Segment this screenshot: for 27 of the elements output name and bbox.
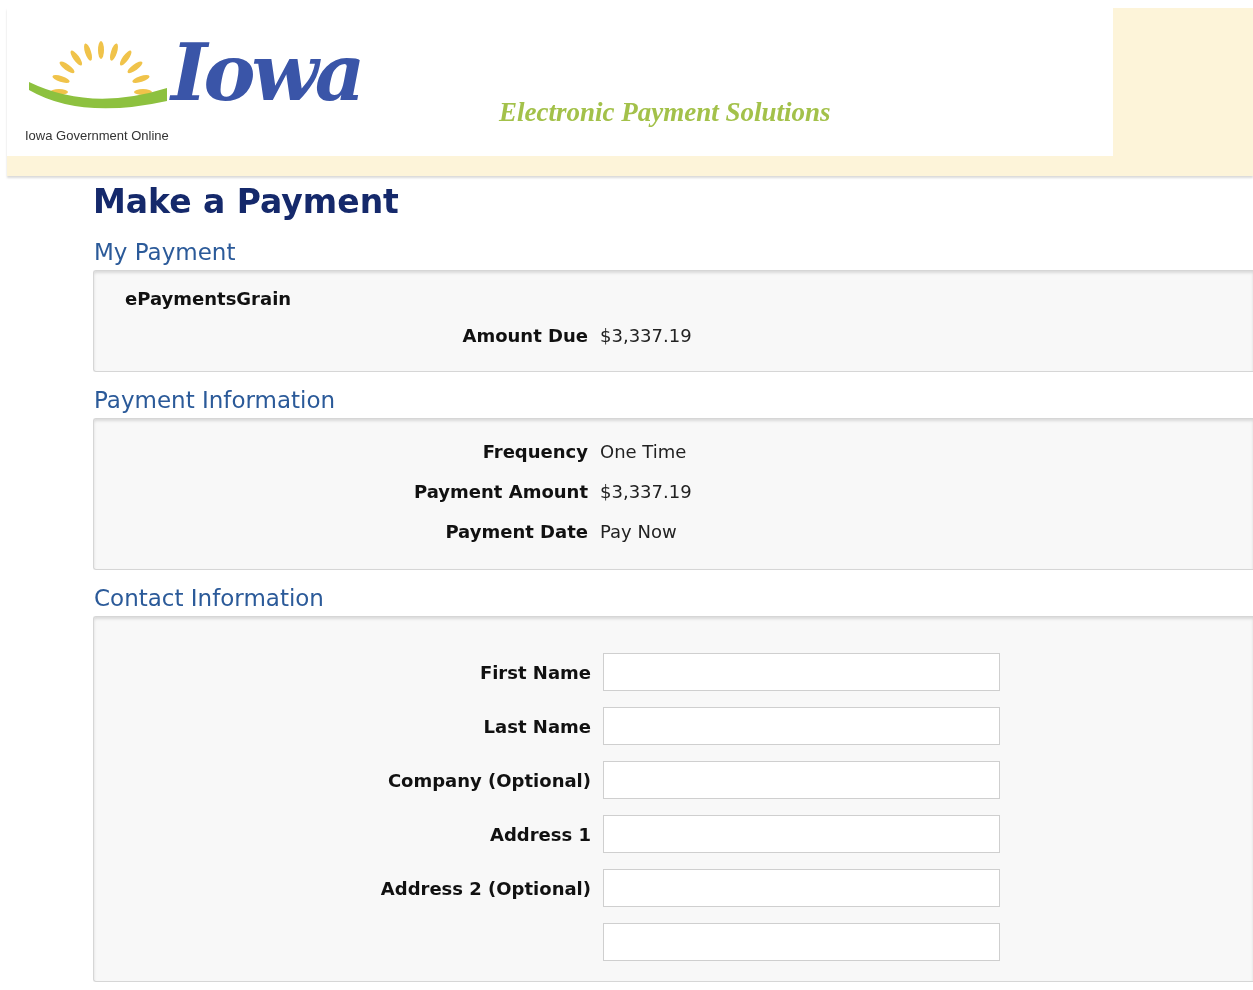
input-field[interactable] xyxy=(603,653,1000,691)
field-label: First Name xyxy=(479,660,591,685)
item-name: ePaymentsGrain xyxy=(125,287,293,311)
input-field[interactable] xyxy=(603,707,1000,745)
logo-caption: Iowa Government Online xyxy=(25,127,169,145)
field-label: Address 1 xyxy=(490,822,591,847)
input-field[interactable] xyxy=(603,761,1000,799)
field-label: Frequency xyxy=(481,439,588,464)
field-label: Company (Optional) xyxy=(387,768,591,793)
input-field[interactable] xyxy=(603,815,1000,853)
field-value: Pay Now xyxy=(600,519,677,544)
section-title: Contact Information xyxy=(93,584,325,612)
section-title: My Payment xyxy=(93,238,237,266)
field-label: Amount Due xyxy=(461,323,588,348)
field-label: Last Name xyxy=(483,714,591,739)
input-field[interactable] xyxy=(603,869,1000,907)
field-label: Address 2 (Optional) xyxy=(380,876,591,901)
section-title: Payment Information xyxy=(93,386,337,414)
field-label: Payment Amount xyxy=(413,479,588,504)
field-value: $3,337.19 xyxy=(600,479,692,504)
field-value: $3,337.19 xyxy=(600,323,692,348)
field-value: One Time xyxy=(600,439,687,464)
input-field[interactable] xyxy=(603,923,1000,961)
field-label: Payment Date xyxy=(444,519,588,544)
tagline: Electronic Payment Solutions xyxy=(499,95,831,129)
logo-wordmark: Iowa xyxy=(171,28,362,118)
page-title: Make a Payment xyxy=(93,181,400,223)
